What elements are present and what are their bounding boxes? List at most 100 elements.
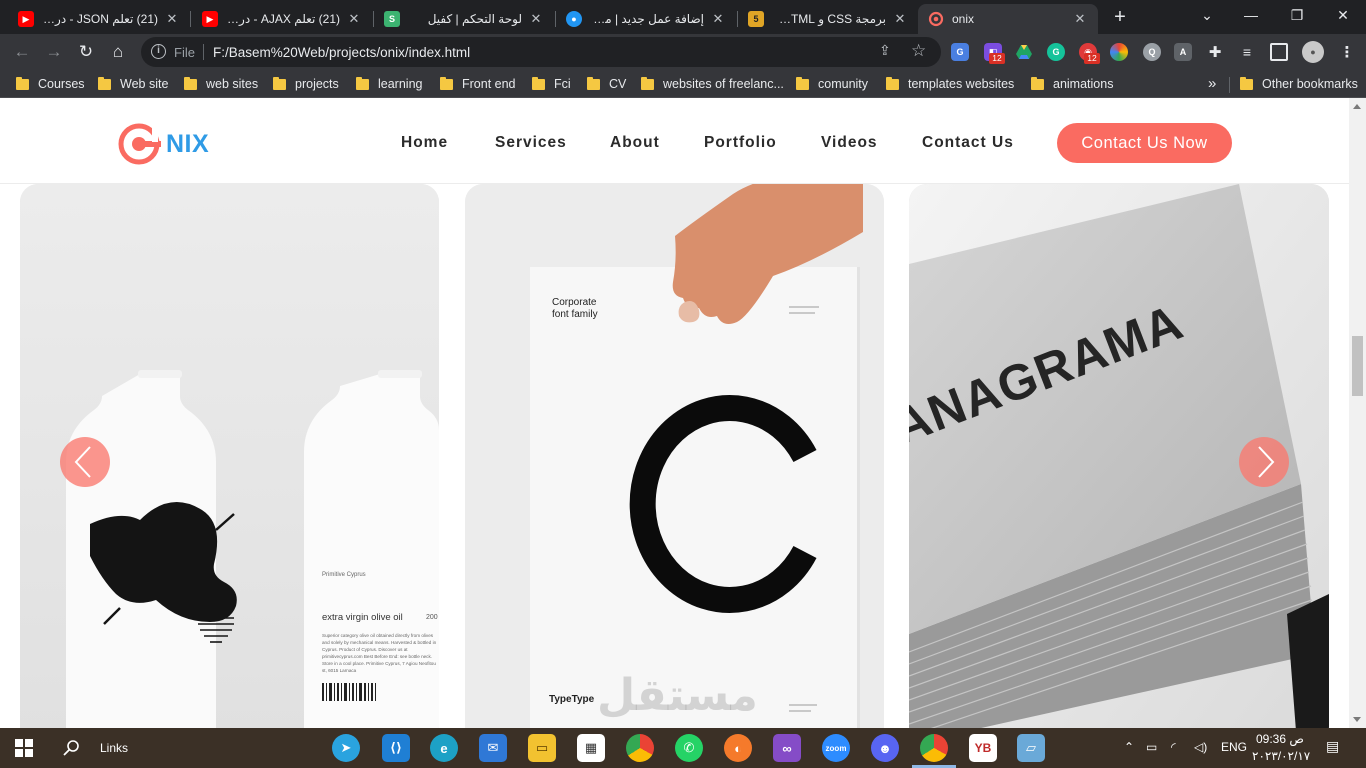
new-tab-button[interactable]: + bbox=[1108, 6, 1132, 30]
bookmark-templates-websites[interactable]: templates websites bbox=[886, 76, 1014, 92]
translate-extension-icon[interactable]: G bbox=[951, 43, 969, 61]
site-logo[interactable]: NIX bbox=[118, 122, 209, 166]
tab-json[interactable]: ▶ (21) تعلم JSON - درس ✕ bbox=[8, 4, 190, 34]
vertical-scrollbar[interactable] bbox=[1349, 98, 1366, 728]
tab-kafiil[interactable]: S لوحة التحكم | كفيل ✕ bbox=[374, 4, 554, 34]
close-icon[interactable]: ✕ bbox=[710, 11, 726, 27]
bookmark-web-site[interactable]: Web site bbox=[98, 76, 168, 92]
nav-home[interactable]: Home bbox=[401, 134, 448, 152]
restore-button[interactable]: ❐ bbox=[1274, 4, 1320, 30]
folder-icon bbox=[796, 76, 809, 90]
close-window-button[interactable]: ✕ bbox=[1320, 4, 1366, 30]
close-icon[interactable]: ✕ bbox=[164, 11, 180, 27]
tab-khamsat[interactable]: 5 برمجة CSS و HTML | خمسات ✕ bbox=[738, 4, 918, 34]
scrollbar-thumb[interactable] bbox=[1352, 336, 1363, 396]
reload-button[interactable]: ↻ bbox=[72, 38, 100, 66]
tab-onix[interactable]: onix ✕ bbox=[918, 4, 1098, 34]
address-bar[interactable]: i File F:/Basem%20Web/projects/onix/inde… bbox=[141, 37, 941, 67]
bookmarks-bar: Courses Web site web sites projects lear… bbox=[0, 70, 1366, 98]
chrome-active-icon[interactable] bbox=[920, 734, 948, 762]
tab-mostaql[interactable]: ● إضافة عمل جديد | مستقل ✕ bbox=[556, 4, 736, 34]
folder-icon bbox=[98, 76, 111, 90]
side-panel-icon[interactable] bbox=[1270, 43, 1288, 61]
google-drive-icon[interactable] bbox=[1015, 43, 1033, 61]
info-icon[interactable]: i bbox=[151, 44, 166, 59]
bookmark-cv[interactable]: CV bbox=[587, 76, 626, 92]
clock-time[interactable]: 09:36 ص bbox=[1256, 732, 1304, 746]
font-extension-icon[interactable]: A bbox=[1174, 43, 1192, 61]
media-control-icon[interactable]: ≡ bbox=[1238, 43, 1256, 61]
mail-icon[interactable]: ✉ bbox=[479, 734, 507, 762]
yb-app-icon[interactable]: YB bbox=[969, 734, 997, 762]
bookmark-learning[interactable]: learning bbox=[356, 76, 422, 92]
close-icon[interactable]: ✕ bbox=[346, 11, 362, 27]
photos-icon[interactable]: ▦ bbox=[577, 734, 605, 762]
tab-title: برمجة CSS و HTML | خمسات bbox=[772, 12, 886, 26]
bookmark-courses[interactable]: Courses bbox=[16, 76, 85, 92]
bookmark-star-icon[interactable]: ☆ bbox=[911, 41, 926, 61]
extensions-puzzle-icon[interactable]: ✚ bbox=[1206, 43, 1224, 61]
bookmark-web-sites[interactable]: web sites bbox=[184, 76, 258, 92]
volume-icon[interactable]: ◁) bbox=[1194, 740, 1207, 754]
extension-badge: 12 bbox=[989, 53, 1005, 64]
whatsapp-icon[interactable]: ✆ bbox=[675, 734, 703, 762]
share-icon[interactable]: ⇪ bbox=[879, 42, 891, 59]
file-explorer-icon[interactable]: ▭ bbox=[528, 734, 556, 762]
other-bookmarks[interactable]: Other bookmarks bbox=[1240, 76, 1358, 92]
bookmark-websites-of-freelance[interactable]: websites of freelanc... bbox=[641, 76, 784, 92]
close-icon[interactable]: ✕ bbox=[1072, 11, 1088, 27]
slider-prev-button[interactable] bbox=[60, 437, 110, 487]
poster-footer: TypeType bbox=[549, 694, 595, 705]
nav-about[interactable]: About bbox=[610, 134, 660, 152]
more-bookmarks-icon[interactable]: » bbox=[1208, 75, 1216, 92]
portfolio-card-poster[interactable]: Corporate font family C TypeType bbox=[465, 184, 884, 728]
contact-us-now-button[interactable]: Contact Us Now bbox=[1057, 123, 1232, 163]
khamsat-icon: 5 bbox=[748, 11, 764, 27]
bookmark-animations[interactable]: animations bbox=[1031, 76, 1113, 92]
windows-start-icon[interactable] bbox=[15, 739, 33, 757]
chrome-icon[interactable] bbox=[626, 734, 654, 762]
close-icon[interactable]: ✕ bbox=[892, 11, 908, 27]
bookmark-fci[interactable]: Fci bbox=[532, 76, 571, 92]
nav-contact-us[interactable]: Contact Us bbox=[922, 134, 1014, 152]
grammarly-icon[interactable]: G bbox=[1047, 43, 1065, 61]
forward-button[interactable]: → bbox=[40, 38, 68, 66]
tab-ajax[interactable]: ▶ (21) تعلم AJAX - درس ✕ bbox=[192, 4, 372, 34]
color-picker-icon[interactable] bbox=[1110, 43, 1128, 61]
notes-app-icon[interactable]: ▱ bbox=[1017, 734, 1045, 762]
scroll-down-icon[interactable] bbox=[1353, 717, 1361, 722]
taskbar-search-label[interactable]: Links bbox=[100, 741, 128, 755]
extension-icon[interactable]: Q bbox=[1143, 43, 1161, 61]
edge-icon[interactable]: e bbox=[430, 734, 458, 762]
bookmark-comunity[interactable]: comunity bbox=[796, 76, 868, 92]
language-indicator[interactable]: ENG bbox=[1221, 740, 1247, 754]
scroll-up-icon[interactable] bbox=[1353, 104, 1361, 109]
show-hidden-icons[interactable]: ⌃ bbox=[1124, 740, 1134, 754]
home-button[interactable]: ⌂ bbox=[104, 38, 132, 66]
zoom-icon[interactable]: zoom bbox=[822, 734, 850, 762]
slider-next-button[interactable] bbox=[1239, 437, 1289, 487]
search-icon[interactable] bbox=[63, 739, 81, 757]
nav-services[interactable]: Services bbox=[495, 134, 567, 152]
back-button[interactable]: ← bbox=[8, 38, 36, 66]
profile-avatar[interactable]: ● bbox=[1302, 41, 1324, 63]
menu-icon[interactable]: ⋮ bbox=[1338, 43, 1356, 61]
wifi-icon[interactable]: ◜ bbox=[1171, 740, 1176, 754]
close-icon[interactable]: ✕ bbox=[528, 11, 544, 27]
nav-portfolio[interactable]: Portfolio bbox=[704, 134, 777, 152]
bookmark-front-end[interactable]: Front end bbox=[440, 76, 516, 92]
minimize-button[interactable]: — bbox=[1228, 4, 1274, 30]
telegram-icon[interactable]: ➤ bbox=[332, 734, 360, 762]
vscode-icon[interactable]: ⟨⟩ bbox=[382, 734, 410, 762]
visual-studio-icon[interactable]: ∞ bbox=[773, 734, 801, 762]
battery-icon[interactable]: ▭ bbox=[1146, 740, 1157, 754]
bookmark-projects[interactable]: projects bbox=[273, 76, 339, 92]
tab-search-icon[interactable]: ⌄ bbox=[1184, 4, 1230, 30]
nav-videos[interactable]: Videos bbox=[821, 134, 878, 152]
discord-icon[interactable]: ☻ bbox=[871, 734, 899, 762]
notifications-icon[interactable]: ▤ bbox=[1326, 738, 1339, 755]
youtube-icon: ▶ bbox=[202, 11, 218, 27]
firefox-icon[interactable]: ◐ bbox=[724, 734, 752, 762]
url-text[interactable]: F:/Basem%20Web/projects/onix/index.html bbox=[213, 45, 470, 60]
clock-date[interactable]: ٢٠٢٣/٠٢/١٧ bbox=[1252, 749, 1310, 763]
